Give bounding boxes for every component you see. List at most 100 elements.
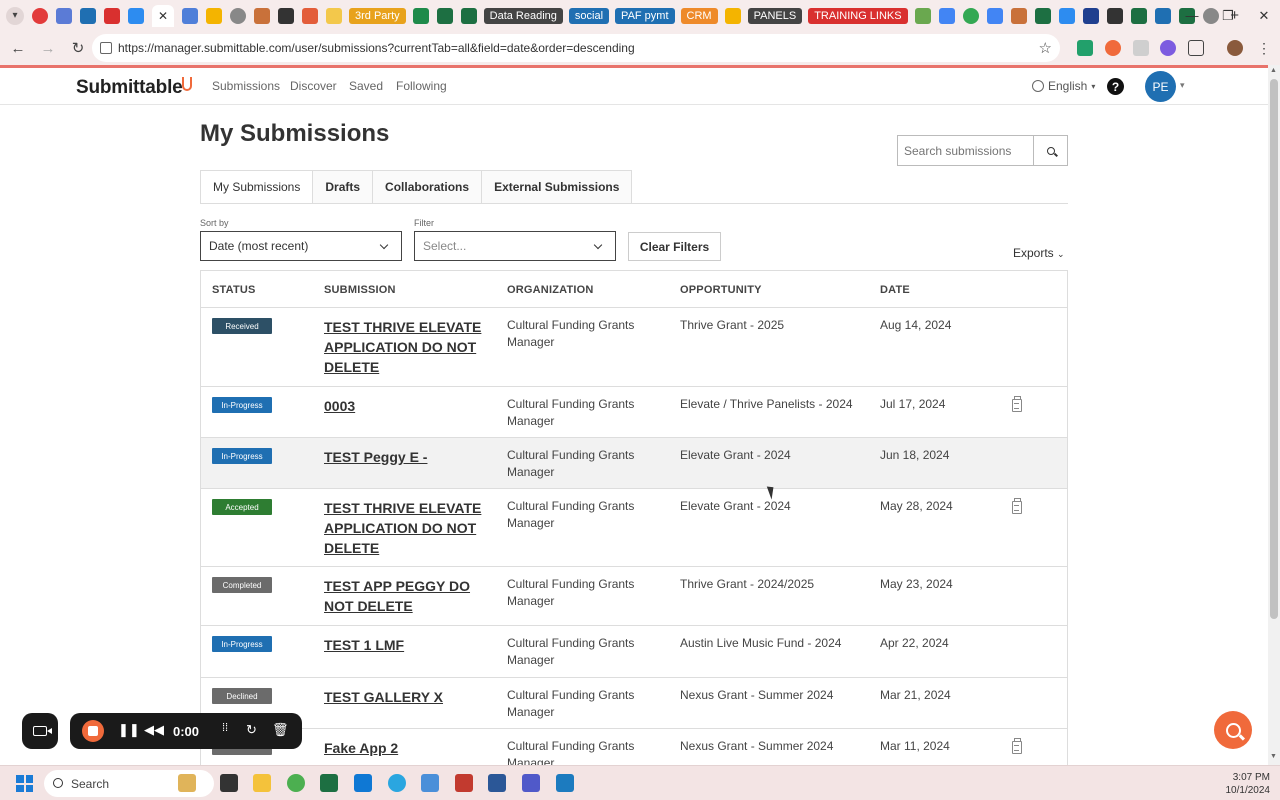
bookmark-favicon[interactable] (436, 7, 453, 24)
excel-icon[interactable] (320, 774, 338, 792)
bookmark-favicon[interactable] (986, 7, 1003, 24)
pause-icon[interactable]: ❚❚ (118, 722, 140, 738)
back-icon[interactable]: ← (4, 34, 32, 62)
bookmark-favicon[interactable] (326, 7, 342, 24)
extension-icon[interactable] (1133, 40, 1149, 56)
column-status[interactable]: STATUS (212, 284, 256, 296)
active-tab-close-icon[interactable]: ✕ (152, 4, 174, 27)
avatar[interactable]: PE (1145, 71, 1176, 102)
tab-favicon[interactable] (104, 7, 120, 24)
bookmark-crm[interactable]: CRM (680, 7, 718, 24)
profile-icon[interactable] (1227, 40, 1243, 56)
extension-icon[interactable] (1077, 40, 1093, 56)
trash-icon[interactable]: 🗑 (272, 722, 289, 738)
bookmark-favicon[interactable] (182, 7, 198, 24)
table-row[interactable]: Accepted TEST THRIVE ELEVATE APPLICATION … (201, 489, 1067, 567)
taskbar-app-icon[interactable] (556, 774, 574, 792)
clipboard-icon[interactable] (1012, 396, 1022, 412)
tab-drafts[interactable]: Drafts (313, 170, 374, 204)
minimize-icon[interactable]: — (1174, 0, 1210, 31)
bookmark-favicon[interactable] (1154, 7, 1171, 24)
taskbar-app-icon[interactable] (354, 774, 372, 792)
tab-favicon[interactable] (32, 7, 48, 24)
bookmark-favicon[interactable] (1082, 7, 1099, 24)
chrome-icon[interactable] (287, 774, 305, 792)
tab-favicon[interactable] (128, 7, 144, 24)
column-submission[interactable]: SUBMISSION (324, 284, 396, 296)
taskbar-app-icon[interactable] (455, 774, 473, 792)
scrollbar-thumb[interactable] (1270, 79, 1278, 619)
tab-my-submissions[interactable]: My Submissions (200, 170, 314, 204)
table-row[interactable]: Declined TEST GALLERY X Cultural Funding G… (201, 678, 1067, 729)
taskbar-clock[interactable]: 3:07 PM 10/1/2024 (1226, 771, 1271, 797)
bookmark-favicon[interactable] (278, 7, 294, 24)
bookmark-favicon[interactable] (1106, 7, 1123, 24)
maximize-icon[interactable]: ❐ (1210, 0, 1246, 31)
bookmark-favicon[interactable] (914, 7, 931, 24)
clear-filters-button[interactable]: Clear Filters (628, 232, 721, 261)
clipboard-icon[interactable] (1012, 738, 1022, 754)
forward-icon[interactable]: → (34, 34, 62, 62)
submission-link[interactable]: 0003 (324, 396, 484, 416)
extension-icon[interactable] (1160, 40, 1176, 56)
sort-select[interactable]: Date (most recent) (200, 231, 402, 261)
bookmark-data-reading[interactable]: Data Reading (483, 7, 563, 24)
column-date[interactable]: DATE (880, 284, 910, 296)
filter-select[interactable]: Select... (414, 231, 616, 261)
table-row[interactable]: In-Progress TEST Peggy E - Cultural Fundin… (201, 438, 1067, 489)
table-row[interactable]: Fake App 2 Cultural Funding Grants Manage… (201, 729, 1067, 765)
bookmark-star-icon[interactable]: ☆ (1039, 39, 1052, 57)
taskbar-app-icon[interactable] (178, 774, 196, 792)
tab-collaborations[interactable]: Collaborations (373, 170, 483, 204)
teams-icon[interactable] (522, 774, 540, 792)
scroll-down-icon[interactable]: ▼ (1270, 753, 1277, 760)
camera-toggle-button[interactable] (22, 713, 58, 749)
bookmark-training-links[interactable]: TRAINING LINKS (808, 7, 908, 24)
help-chat-button[interactable] (1214, 711, 1252, 749)
bookmark-favicon[interactable] (206, 7, 222, 24)
calculator-icon[interactable] (421, 774, 439, 792)
extensions-puzzle-icon[interactable] (1188, 40, 1204, 56)
bookmark-favicon[interactable] (412, 7, 429, 24)
submittable-logo[interactable]: Submittable (76, 77, 183, 99)
restart-icon[interactable]: ↻ (246, 722, 257, 738)
stop-recording-button[interactable] (82, 720, 104, 742)
file-explorer-icon[interactable] (253, 774, 271, 792)
submission-link[interactable]: TEST APP PEGGY DO NOT DELETE (324, 576, 484, 616)
help-icon[interactable]: ? (1107, 78, 1124, 95)
taskbar-app-icon[interactable] (388, 774, 406, 792)
bookmark-favicon[interactable] (1034, 7, 1051, 24)
bookmark-paf-pymt[interactable]: PAF pymt (615, 7, 675, 24)
avatar-chevron-icon[interactable]: ▾ (1180, 80, 1185, 91)
bookmark-favicon[interactable] (230, 7, 246, 24)
task-view-icon[interactable] (220, 774, 238, 792)
word-icon[interactable] (488, 774, 506, 792)
column-organization[interactable]: ORGANIZATION (507, 284, 594, 296)
bookmark-social[interactable]: social (568, 7, 610, 24)
windows-start-icon[interactable] (16, 775, 33, 792)
rewind-icon[interactable]: ◀◀ (144, 722, 164, 738)
exports-dropdown[interactable]: Exports ⌄ (1013, 246, 1065, 260)
table-row[interactable]: Received TEST THRIVE ELEVATE APPLICATION … (201, 308, 1067, 387)
nav-following[interactable]: Following (396, 79, 447, 93)
bookmark-favicon[interactable] (1058, 7, 1075, 24)
bookmark-favicon[interactable] (460, 7, 477, 24)
bookmark-favicon[interactable] (724, 7, 741, 24)
submission-link[interactable]: TEST GALLERY X (324, 687, 484, 707)
bookmark-favicon[interactable] (302, 7, 318, 24)
submission-link[interactable]: Fake App 2 (324, 738, 484, 758)
bookmark-favicon[interactable] (1130, 7, 1147, 24)
table-row[interactable]: In-Progress TEST 1 LMF Cultural Funding Gr… (201, 626, 1067, 678)
nav-submissions[interactable]: Submissions (212, 79, 280, 93)
close-window-icon[interactable]: ✕ (1246, 0, 1280, 31)
grid-icon[interactable]: ⁞⁞ (222, 722, 228, 734)
search-button[interactable] (1033, 135, 1068, 166)
language-selector[interactable]: English ▾ (1032, 79, 1095, 93)
bookmark-favicon[interactable] (254, 7, 270, 24)
tab-favicon[interactable] (56, 7, 72, 24)
tab-external-submissions[interactable]: External Submissions (482, 170, 633, 204)
clipboard-icon[interactable] (1012, 498, 1022, 514)
extension-icon[interactable] (1105, 40, 1121, 56)
search-input[interactable] (897, 135, 1034, 166)
browser-menu-icon[interactable]: ⋮ (1256, 40, 1272, 56)
